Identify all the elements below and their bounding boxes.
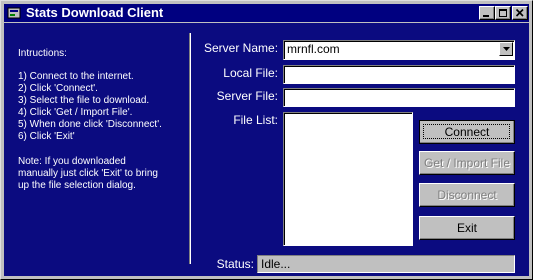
file-list-box[interactable]	[283, 112, 413, 246]
file-list-label: File List:	[233, 113, 278, 127]
title-bar[interactable]: Stats Download Client	[4, 4, 529, 22]
server-name-value: mrnfl.com	[287, 42, 340, 56]
disconnect-button[interactable]: Disconnect	[419, 183, 515, 207]
instruction-step: 6) Click 'Exit'	[18, 131, 75, 142]
exit-button-label: Exit	[456, 221, 477, 235]
window-title: Stats Download Client	[26, 5, 164, 20]
disconnect-button-label: Disconnect	[437, 188, 497, 202]
app-window: Stats Download Client Intructions: 1) Co…	[0, 0, 533, 280]
client-area: Intructions: 1) Connect to the internet.…	[4, 23, 529, 276]
instruction-step: 4) Click 'Get / Import File'.	[18, 107, 133, 118]
close-icon	[515, 8, 524, 17]
server-file-input[interactable]	[283, 88, 515, 107]
focus-rect	[423, 124, 510, 139]
exit-button[interactable]: Exit	[419, 216, 515, 240]
maximize-icon	[499, 9, 507, 17]
minimize-icon	[483, 15, 489, 17]
local-file-input[interactable]	[283, 65, 515, 84]
instruction-step: 1) Connect to the internet.	[18, 71, 134, 82]
server-name-dropdown[interactable]: mrnfl.com	[283, 40, 515, 60]
connect-button[interactable]: Connect	[419, 120, 515, 144]
status-value: Idle...	[257, 255, 515, 273]
instructions-heading: Intructions:	[18, 48, 67, 59]
dropdown-arrow-button[interactable]	[499, 42, 513, 56]
server-name-label: Server Name:	[204, 41, 279, 55]
server-file-label: Server File:	[216, 89, 278, 103]
status-label: Status:	[216, 257, 254, 271]
local-file-label: Local File:	[223, 66, 278, 80]
get-import-file-button[interactable]: Get / Import File	[419, 151, 515, 175]
app-icon[interactable]	[7, 6, 21, 20]
instruction-step: 3) Select the file to download.	[18, 95, 150, 106]
minimize-button[interactable]	[479, 6, 495, 20]
close-button[interactable]	[512, 6, 528, 20]
instruction-step: 5) When done click 'Disconnect'.	[18, 119, 162, 130]
panel-divider	[189, 33, 191, 264]
instruction-step: 2) Click 'Connect'.	[18, 83, 98, 94]
get-import-file-button-label: Get / Import File	[423, 156, 511, 170]
instruction-note: up the file selection dialog.	[18, 180, 136, 191]
instruction-note: manually just click 'Exit' to bring	[18, 168, 158, 179]
instruction-note: Note: If you downloaded	[18, 156, 126, 167]
chevron-down-icon	[503, 47, 510, 51]
maximize-button[interactable]	[495, 6, 511, 20]
